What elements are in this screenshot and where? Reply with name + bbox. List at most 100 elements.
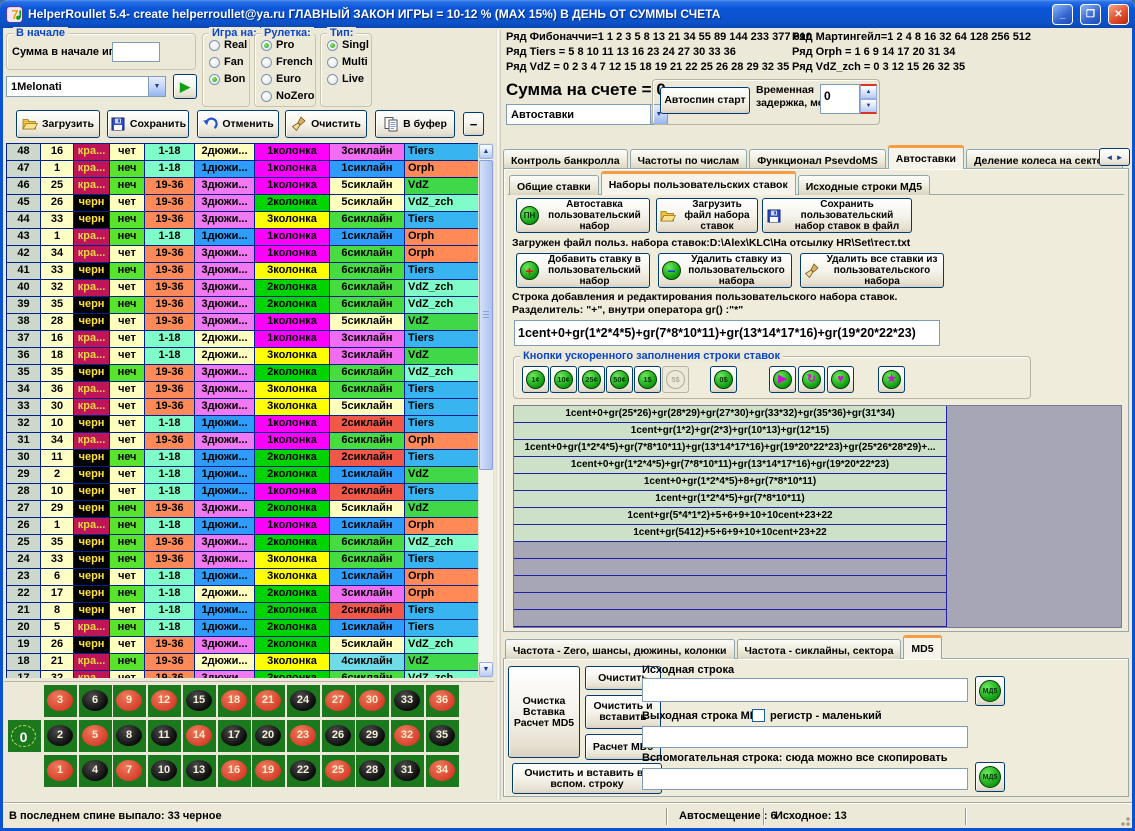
roulette-cell-17[interactable]: 17 <box>218 720 251 752</box>
radio-french[interactable]: French <box>261 56 315 68</box>
table-row[interactable]: 4816кра...чет1-182дюжи...1колонка3сиклай… <box>7 144 478 161</box>
table-row[interactable]: 3535черннеч19-363дюжи...2колонка6сиклайн… <box>7 365 478 382</box>
table-row[interactable]: 4032кра...чет19-363дюжи...2колонка6сикла… <box>7 280 478 297</box>
quick-bet-0d-button[interactable]: 0$ <box>710 366 737 393</box>
roulette-cell-22[interactable]: 22 <box>287 755 320 787</box>
table-row[interactable]: 4625кра...неч19-363дюжи...1колонка5сикла… <box>7 178 478 195</box>
table-row[interactable]: 3716кра...чет1-182дюжи...1колонка3сиклай… <box>7 331 478 348</box>
set-button-r1-1[interactable]: ПНАвтоставка пользовательский набор <box>516 198 650 233</box>
sub-tab-3[interactable]: Исходные строки МД5 <box>798 175 930 195</box>
roulette-cell-11[interactable]: 11 <box>148 720 181 752</box>
bet-list-empty-row[interactable] <box>514 559 947 576</box>
table-row[interactable]: 2433черннеч19-363дюжи...3колонка6сиклайн… <box>7 552 478 569</box>
mode-combobox[interactable]: Автоставки ▼ <box>506 104 668 125</box>
bet-list-item[interactable]: 1cent+0+gr(1*2*4*5)+gr(7*8*10*11)+gr(13*… <box>514 457 947 474</box>
radio-euro[interactable]: Euro <box>261 73 315 85</box>
set-button-r2-1[interactable]: +Добавить ставку в пользовательский набо… <box>516 253 650 288</box>
md5-big-button[interactable]: Очистка Вставка Расчет MD5 <box>508 666 580 758</box>
sub-tab-1[interactable]: Общие ставки <box>509 175 599 195</box>
quick-rotate-button[interactable]: ↻ <box>798 366 825 393</box>
save-button[interactable]: Сохранить <box>107 110 189 138</box>
bet-list-empty-row[interactable] <box>514 610 947 627</box>
bet-list-item[interactable]: 1cent+0+gr(1*2*4*5)+gr(7*8*10*11)+gr(13*… <box>514 440 947 457</box>
roulette-cell-10[interactable]: 10 <box>148 755 181 787</box>
main-tab-4[interactable]: Автоставки <box>888 145 964 169</box>
table-row[interactable]: 292чернчет1-181дюжи...2колонка1сиклайнVd… <box>7 467 478 484</box>
spins-scrollbar[interactable]: ▲ ▼ <box>478 143 494 678</box>
quick-bet-5d-button[interactable]: 5$ <box>662 366 689 393</box>
md5-clear-paste-aux-button[interactable]: Очистить и вставить во вспом. строку <box>512 763 662 794</box>
start-sum-input[interactable] <box>112 42 160 62</box>
roulette-cell-1[interactable]: 1 <box>44 755 77 787</box>
roulette-cell-33[interactable]: 33 <box>391 685 424 717</box>
roulette-cell-15[interactable]: 15 <box>183 685 216 717</box>
roulette-cell-8[interactable]: 8 <box>113 720 146 752</box>
autospin-start-button[interactable]: Автоспин старт <box>660 87 750 114</box>
roulette-cell-34[interactable]: 34 <box>426 755 459 787</box>
bet-list-empty-row[interactable] <box>514 576 947 593</box>
roulette-cell-31[interactable]: 31 <box>391 755 424 787</box>
roulette-cell-20[interactable]: 20 <box>252 720 285 752</box>
roulette-cell-18[interactable]: 18 <box>218 685 251 717</box>
bet-list-item[interactable]: 1cent+gr(5412)+5+6+9+10+10cent+23+22 <box>514 525 947 542</box>
undo-button[interactable]: Отменить <box>197 110 279 138</box>
table-row[interactable]: 4133черннеч19-363дюжи...3колонка6сиклайн… <box>7 263 478 280</box>
roulette-cell-23[interactable]: 23 <box>287 720 320 752</box>
spinner-down-icon[interactable]: ▼ <box>860 99 877 114</box>
table-row[interactable]: 3330кра...чет19-363дюжи...3колонка5сикла… <box>7 399 478 416</box>
to-buffer-button[interactable]: В буфер <box>375 110 455 138</box>
table-row[interactable]: 431кра...неч1-181дюжи...1колонка1сиклайн… <box>7 229 478 246</box>
minimize-button[interactable]: _ <box>1052 4 1073 25</box>
table-row[interactable]: 2810чернчет1-181дюжи...1колонка2сиклайнT… <box>7 484 478 501</box>
roulette-cell-21[interactable]: 21 <box>252 685 285 717</box>
roulette-cell-16[interactable]: 16 <box>218 755 251 787</box>
scrollbar-thumb[interactable] <box>479 160 493 470</box>
roulette-cell-5[interactable]: 5 <box>79 720 112 752</box>
titlebar[interactable]: 7 HelperRoullet 5.4- create helperroulle… <box>0 0 1135 28</box>
spinner-up-icon[interactable]: ▲ <box>860 84 877 99</box>
table-row[interactable]: 3618кра...чет1-182дюжи...3колонка3сиклай… <box>7 348 478 365</box>
table-row[interactable]: 205кра...неч1-181дюжи...2колонка1сиклайн… <box>7 620 478 637</box>
radio-fan[interactable]: Fan <box>209 56 249 68</box>
md5-run-source-button[interactable]: МД5 <box>975 676 1005 706</box>
bet-list-item[interactable]: 1cent+gr(1*2)+gr(2*3)+gr(10*13)+gr(12*15… <box>514 423 947 440</box>
bet-string-input[interactable] <box>514 320 940 346</box>
main-tab-2[interactable]: Частоты по числам <box>630 149 748 169</box>
table-row[interactable]: 218чернчет1-181дюжи...2колонка2сиклайнTi… <box>7 603 478 620</box>
bottom-tab-1[interactable]: Частота - Zero, шансы, дюжины, колонки <box>505 639 735 659</box>
quick-bet-1d-button[interactable]: 1$ <box>634 366 661 393</box>
roulette-cell-35[interactable]: 35 <box>426 720 459 752</box>
collapse-button[interactable]: − <box>463 112 484 136</box>
radio-real[interactable]: Real <box>209 39 249 51</box>
roulette-cell-0[interactable]: 0 <box>8 720 41 752</box>
roulette-cell-27[interactable]: 27 <box>322 685 355 717</box>
bet-list-empty-row[interactable] <box>514 593 947 610</box>
quick-play-button[interactable]: ▶ <box>769 366 796 393</box>
roulette-cell-3[interactable]: 3 <box>44 685 77 717</box>
tab-scroll-button[interactable]: ◄ ► <box>1099 148 1130 166</box>
radio-singl[interactable]: Singl <box>327 39 371 51</box>
table-row[interactable]: 3935черннеч19-363дюжи...2колонка6сиклайн… <box>7 297 478 314</box>
scroll-up-icon[interactable]: ▲ <box>479 144 493 159</box>
md5-output-input[interactable] <box>642 726 968 748</box>
scroll-down-icon[interactable]: ▼ <box>479 662 493 677</box>
radio-nozero[interactable]: NoZero <box>261 90 315 102</box>
roulette-cell-26[interactable]: 26 <box>322 720 355 752</box>
play-strategy-button[interactable]: ▶ <box>173 74 197 99</box>
delay-value[interactable]: 0 <box>820 84 860 114</box>
table-row[interactable]: 4433черннеч19-363дюжи...3колонка6сиклайн… <box>7 212 478 229</box>
set-button-r2-3[interactable]: Удалить все ставки из пользовательского … <box>800 253 944 288</box>
table-row[interactable]: 261кра...неч1-181дюжи...1колонка1сиклайн… <box>7 518 478 535</box>
table-row[interactable]: 2729черннеч19-363дюжи...2колонка5сиклайн… <box>7 501 478 518</box>
set-button-r2-2[interactable]: −Удалить ставку из пользовательского наб… <box>658 253 792 288</box>
roulette-cell-30[interactable]: 30 <box>356 685 389 717</box>
register-checkbox[interactable] <box>752 709 765 722</box>
bet-list-item[interactable]: 1cent+gr(1*2*4*5)+gr(7*8*10*11) <box>514 491 947 508</box>
bet-list-item[interactable]: 1cent+0+gr(25*26)+gr(28*29)+gr(27*30)+gr… <box>514 406 947 423</box>
main-tab-3[interactable]: Функционал PsevdoMS <box>749 149 886 169</box>
roulette-cell-14[interactable]: 14 <box>183 720 216 752</box>
table-row[interactable]: 1926чернчет19-363дюжи...2колонка5сиклайн… <box>7 637 478 654</box>
bottom-tab-2[interactable]: Частота - сиклайны, сектора <box>737 639 902 659</box>
roulette-cell-12[interactable]: 12 <box>148 685 181 717</box>
table-row[interactable]: 4234кра...чет19-363дюжи...1колонка6сикла… <box>7 246 478 263</box>
